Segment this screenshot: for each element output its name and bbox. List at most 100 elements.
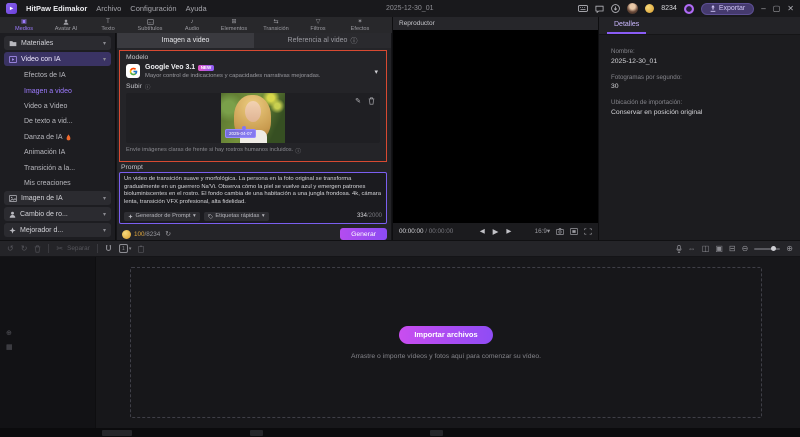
zoom-in-icon[interactable]: ⊕: [786, 244, 793, 253]
feedback-icon[interactable]: [595, 5, 604, 13]
menu-configuracion[interactable]: Configuración: [130, 4, 176, 13]
compact-icon[interactable]: ⊟: [729, 244, 736, 253]
sidebar-group-imagen-de-ia[interactable]: Imagen de IA ▾: [4, 191, 111, 205]
track-options-icon[interactable]: ▦: [6, 343, 13, 351]
fit-clip-icon[interactable]: ⇔: [688, 244, 696, 253]
previous-frame-button[interactable]: ◀: [480, 228, 485, 235]
sidebar-item-video-a-video[interactable]: Video a Video: [4, 99, 111, 114]
vip-badge-icon[interactable]: [684, 4, 694, 14]
tab-detalles[interactable]: Detalles: [607, 17, 646, 34]
uploaded-image[interactable]: 2025-04-07: [221, 93, 285, 143]
avatar-icon: [63, 19, 69, 26]
mirror-icon[interactable]: ◫: [702, 244, 710, 253]
video-viewport[interactable]: [393, 30, 598, 223]
image-icon: [9, 195, 17, 202]
sidebar-item-transicion-a-la[interactable]: Transición a la...: [4, 160, 111, 175]
redo-icon[interactable]: ↻: [21, 244, 28, 253]
next-frame-button[interactable]: ▶: [506, 228, 511, 235]
transition-icon: ⇆: [273, 19, 278, 26]
close-button[interactable]: ✕: [787, 5, 794, 13]
panel-tabs: Imagen a video Referencia al video ⓘ: [117, 33, 391, 48]
prompt-text[interactable]: Un video de transición suave y morfológi…: [124, 176, 382, 206]
coin-icon: [122, 230, 131, 239]
export-label: Exportar: [719, 5, 745, 12]
sidebar-group-materiales[interactable]: Materiales ▾: [4, 36, 111, 50]
import-files-button[interactable]: Importar archivos: [399, 326, 492, 344]
aspect-ratio-selector[interactable]: 16:9▾: [535, 228, 550, 235]
sidebar-item-animacion-ia[interactable]: Animación IA: [4, 145, 111, 160]
tab-referencia-al-video[interactable]: Referencia al video ⓘ: [254, 33, 391, 48]
item-label: Efectos de IA: [24, 72, 66, 79]
prompt-footer: Generador de Prompt ▾ Etiquetas rápidas …: [124, 212, 382, 221]
media-ribbon: ▣ Medios Avatar AI T Texto Subtítulos ♪ …: [0, 17, 398, 33]
ai-video-icon: [9, 56, 17, 63]
model-label: Modelo: [126, 54, 380, 61]
clipboard-icon[interactable]: [138, 245, 144, 253]
delete-icon[interactable]: [34, 245, 41, 253]
add-track-icon[interactable]: ⊕: [6, 329, 13, 337]
voiceover-mic-icon[interactable]: [676, 245, 682, 253]
minimize-button[interactable]: –: [761, 5, 765, 13]
model-selector[interactable]: Google Veo 3.1 NEW Mayor control de indi…: [126, 64, 380, 79]
timeline-dropzone[interactable]: Importar archivos Arrastre o importe víd…: [130, 267, 762, 418]
tab-medios[interactable]: ▣ Medios: [3, 17, 45, 33]
tag-icon: [208, 214, 213, 219]
delete-image-icon[interactable]: [368, 97, 375, 105]
menu-ayuda[interactable]: Ayuda: [186, 4, 207, 13]
sidebar-item-danza-de-ia[interactable]: Danza de IA: [4, 130, 111, 145]
prompt-input[interactable]: Un video de transición suave y morfológi…: [119, 172, 387, 224]
taskbar-sliver: [0, 428, 800, 437]
restore-button[interactable]: ▢: [773, 5, 781, 13]
upload-hint: Envíe imágenes claras de frente si hay r…: [126, 146, 380, 155]
play-button[interactable]: ▶: [493, 227, 499, 236]
sidebar-group-video-con-ia[interactable]: Video con IA ▾: [4, 52, 111, 66]
player-header: Reproductor: [393, 17, 598, 30]
prompt-generator-button[interactable]: Generador de Prompt ▾: [124, 212, 200, 221]
tab-audio[interactable]: ♪ Audio: [171, 17, 213, 33]
generate-button[interactable]: Generar: [340, 228, 387, 240]
tab-texto[interactable]: T Texto: [87, 17, 129, 33]
item-label: Transición a la...: [24, 165, 75, 172]
sidebar-item-imagen-a-video[interactable]: Imagen a video: [4, 83, 111, 98]
chevron-down-icon[interactable]: ▾: [374, 68, 378, 76]
user-avatar[interactable]: [627, 3, 638, 14]
edit-image-icon[interactable]: ✎: [355, 97, 361, 105]
quick-tags-button[interactable]: Etiquetas rápidas ▾: [204, 212, 269, 221]
timeline-zoom-slider[interactable]: [754, 248, 780, 250]
tab-elementos[interactable]: ⊞ Elementos: [213, 17, 255, 33]
split-icon[interactable]: ✂: [56, 244, 63, 253]
sidebar-item-mis-creaciones[interactable]: Mis creaciones: [4, 176, 111, 191]
upload-dropzone[interactable]: 2025-04-07 ✎: [126, 93, 380, 143]
logo-glyph: ▸: [10, 5, 13, 12]
fit-screen-icon[interactable]: [570, 228, 578, 235]
tab-transicion[interactable]: ⇆ Transición: [255, 17, 297, 33]
flame-icon: [66, 134, 71, 141]
download-icon[interactable]: [611, 4, 620, 13]
split-label[interactable]: Separar: [67, 245, 90, 252]
export-button[interactable]: Exportar: [701, 3, 754, 15]
chevron-down-icon: ▾: [193, 213, 196, 219]
menu-archivo[interactable]: Archivo: [96, 4, 121, 13]
player-panel: Reproductor 00:00:00 / 00:00:00 ◀ ▶ ▶ 16…: [392, 17, 598, 240]
tab-efectos[interactable]: ✶ Efectos: [339, 17, 381, 33]
link-icon[interactable]: ▣: [715, 244, 723, 253]
refresh-credits-icon[interactable]: ↻: [165, 230, 171, 238]
zoom-slider-knob[interactable]: [771, 246, 776, 251]
snapshot-icon[interactable]: [556, 228, 564, 235]
sidebar-item-de-texto-a-video[interactable]: De texto a vid...: [4, 114, 111, 129]
keyboard-shortcuts-icon[interactable]: [578, 5, 588, 12]
sidebar-group-mejorador[interactable]: Mejorador d... ▾: [4, 223, 111, 237]
sidebar-item-efectos-de-ia[interactable]: Efectos de IA: [4, 68, 111, 83]
zoom-out-icon[interactable]: ⊖: [742, 244, 749, 253]
sidebar-group-cambio-de-rostro[interactable]: Cambio de ro... ▾: [4, 207, 111, 221]
tab-filtros[interactable]: ▽ Filtros: [297, 17, 339, 33]
undo-icon[interactable]: ↺: [7, 244, 14, 253]
tab-avatar-ai[interactable]: Avatar AI: [45, 17, 87, 33]
track-marker-button[interactable]: 1 ▾: [119, 244, 132, 253]
tab-label: Avatar AI: [55, 26, 78, 32]
tab-imagen-a-video[interactable]: Imagen a video: [117, 33, 254, 48]
fullscreen-icon[interactable]: [584, 228, 592, 235]
magnet-icon[interactable]: [105, 245, 112, 252]
tab-subtitulos[interactable]: Subtítulos: [129, 17, 171, 33]
google-logo-icon: [126, 64, 140, 78]
